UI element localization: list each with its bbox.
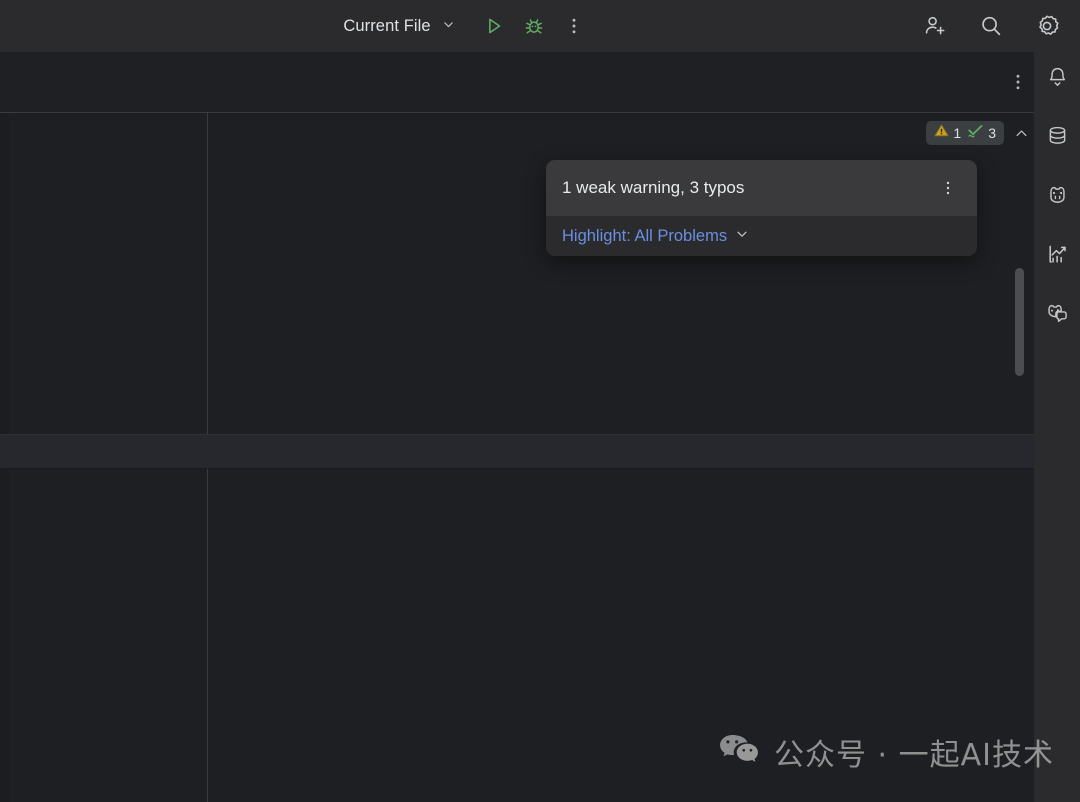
- highlight-level-label: Highlight: All Problems: [562, 226, 728, 245]
- debug-button[interactable]: [517, 9, 551, 43]
- search-button[interactable]: [974, 9, 1008, 43]
- main-toolbar: Current File: [0, 0, 1080, 52]
- bell-icon: [1045, 65, 1070, 95]
- sidebar-item-ai-assistant[interactable]: [1040, 181, 1074, 215]
- editor-scrollbar-thumb[interactable]: [1015, 268, 1024, 376]
- chart-trend-icon: [1045, 242, 1070, 272]
- typo-count-group: 3: [967, 123, 996, 144]
- warning-count: 1: [953, 125, 962, 141]
- gear-icon[interactable]: [1030, 9, 1064, 43]
- sidebar-item-database[interactable]: [1040, 122, 1074, 156]
- editor-tab-bar: [0, 52, 1080, 113]
- warning-triangle-icon: [934, 123, 950, 143]
- toolbar-right-actions: [918, 9, 1064, 43]
- inspection-popup[interactable]: 1 weak warning, 3 typos Highlight: All P…: [546, 160, 977, 256]
- highlight-level-selector[interactable]: Highlight: All Problems: [562, 227, 749, 246]
- caret-row-bottom-border: [0, 468, 1034, 469]
- warning-count-group: 1: [934, 123, 961, 143]
- toolbar-more-button[interactable]: [557, 9, 591, 43]
- chevron-down-icon: [442, 17, 455, 36]
- add-user-button[interactable]: [918, 9, 952, 43]
- tabbar-more-button[interactable]: [1001, 65, 1035, 99]
- inspection-counts-pill[interactable]: 1 3: [926, 121, 1004, 145]
- ide-window: Current File 1 3 1 weak warning, 3 typos…: [0, 0, 1080, 802]
- ai-face-icon: [1045, 183, 1070, 213]
- run-configuration-label: Current File: [343, 16, 431, 35]
- chevron-down-icon: [735, 227, 749, 246]
- inspection-popup-header: 1 weak warning, 3 typos: [546, 160, 977, 216]
- caret-line-highlight: [0, 435, 1034, 468]
- right-tool-rail: [1034, 52, 1080, 802]
- sidebar-item-profiler[interactable]: [1040, 240, 1074, 274]
- previous-problem-button[interactable]: [1011, 122, 1031, 144]
- check-squiggle-icon: [967, 123, 984, 144]
- run-configuration-selector[interactable]: Current File: [337, 11, 460, 41]
- typo-count: 3: [988, 125, 996, 141]
- inspection-popup-title: 1 weak warning, 3 typos: [562, 178, 745, 197]
- ai-chat-icon: [1045, 301, 1070, 331]
- inspection-popup-menu-button[interactable]: [935, 173, 961, 203]
- inspection-popup-body: Highlight: All Problems: [546, 216, 977, 256]
- run-controls: [477, 9, 591, 43]
- toolbar-left-gutter: [0, 0, 10, 52]
- database-icon: [1045, 124, 1070, 154]
- sidebar-item-ai-chat[interactable]: [1040, 299, 1074, 333]
- sidebar-item-notifications[interactable]: [1040, 63, 1074, 97]
- run-button[interactable]: [477, 9, 511, 43]
